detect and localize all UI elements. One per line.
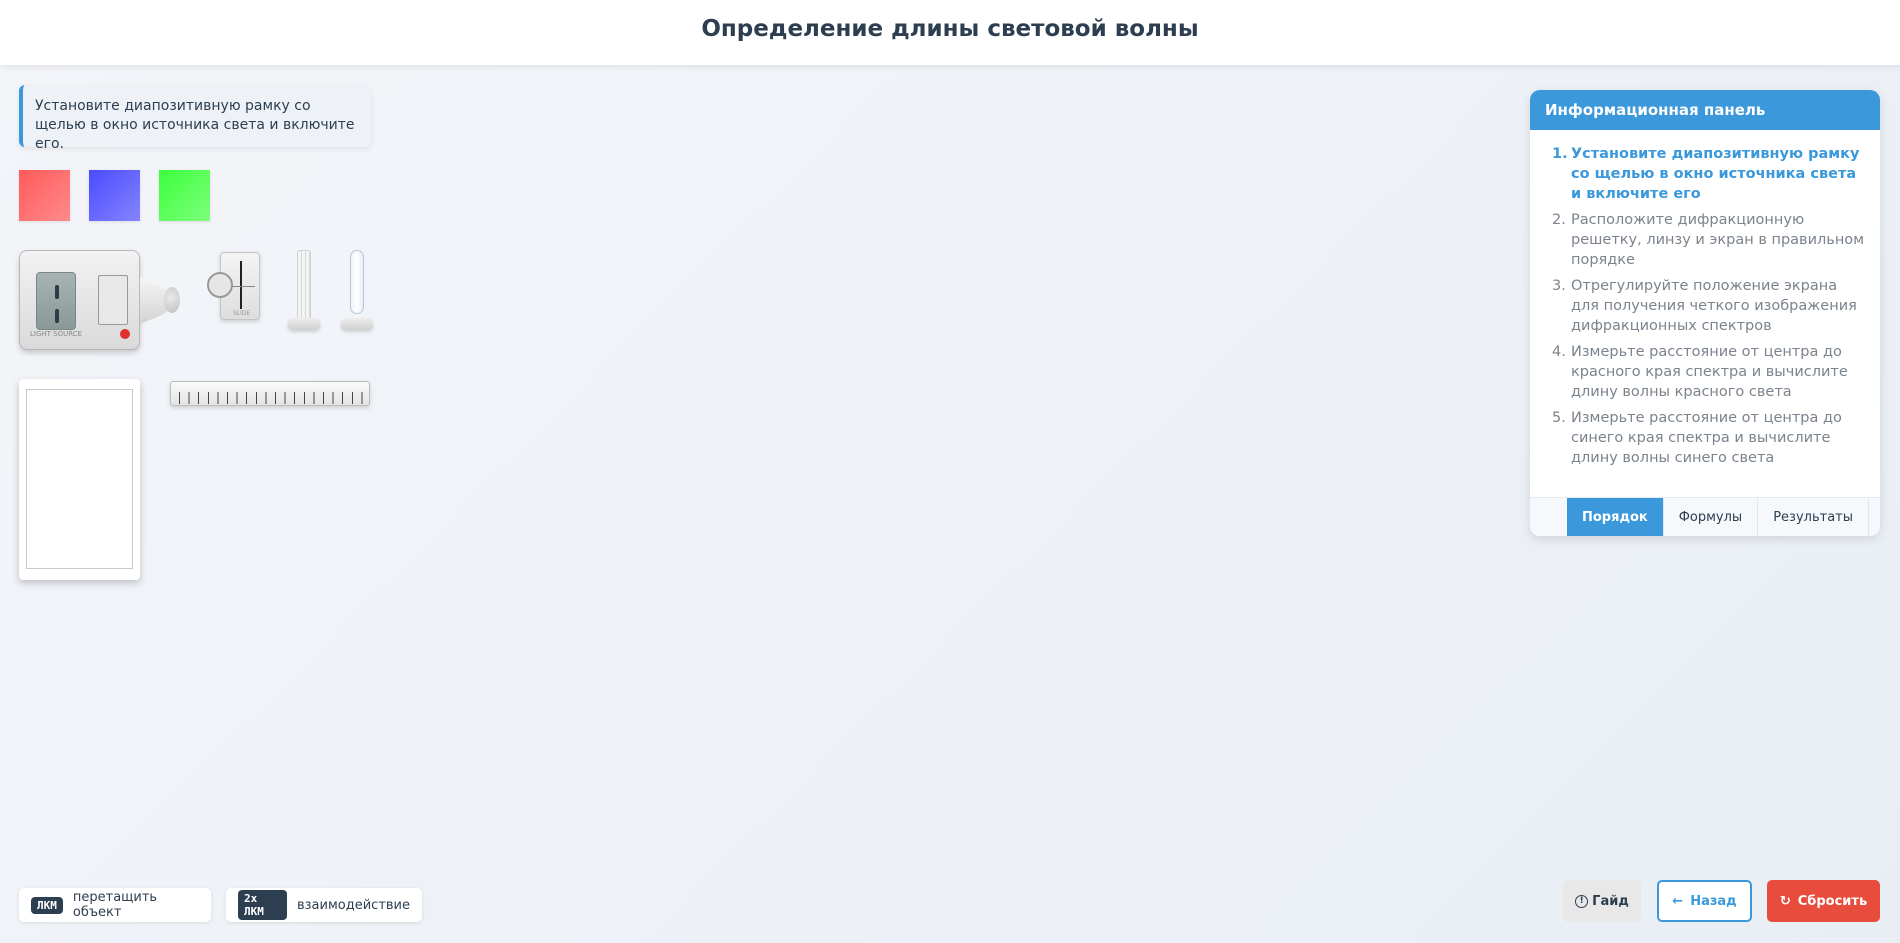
slit-line [240, 261, 242, 309]
light-source[interactable]: LIGHT SOURCE [19, 250, 140, 350]
app-header: Определение длины световой волны [0, 0, 1900, 65]
tab-formulas[interactable]: Формулы [1664, 498, 1759, 536]
guide-button-label: Гайд [1592, 893, 1629, 909]
reset-button-label: Сбросить [1797, 893, 1868, 909]
step-text: Отрегулируйте положение экрана для получ… [1571, 278, 1857, 334]
step-text: Измерьте расстояние от центра до синего … [1571, 410, 1842, 466]
guide-button[interactable]: ! Гайд [1563, 880, 1641, 922]
info-icon: ! [1575, 894, 1589, 908]
grating-plate [297, 250, 311, 320]
hint-text: взаимодействие [296, 897, 410, 913]
light-source-lamp [164, 287, 180, 313]
step-text: Установите диапозитивную рамку со щелью … [1571, 146, 1860, 202]
step-number: 3. [1552, 278, 1566, 294]
step-number: 4. [1552, 344, 1566, 360]
red-color-swatch[interactable] [19, 170, 70, 221]
tab-order[interactable]: Порядок [1567, 498, 1664, 536]
instruction-callout: Установите диапозитивную рамку со щелью … [19, 85, 371, 152]
steps-list: 1. Установите диапозитивную рамку со щел… [1530, 130, 1880, 498]
grating-stand [288, 318, 320, 330]
slide-label: SLIDE [233, 310, 251, 317]
mouse-key-badge: ЛКМ [31, 896, 63, 914]
power-indicator-icon [120, 329, 130, 339]
light-source-window[interactable] [98, 275, 128, 325]
ruler-ticks [179, 392, 363, 404]
lens[interactable] [341, 250, 373, 332]
step-number: 5. [1552, 410, 1566, 426]
lens-glass [350, 250, 364, 314]
light-source-slot [36, 272, 76, 330]
info-panel: Информационная панель 1. Установите диап… [1530, 90, 1880, 536]
back-button-label: Назад [1690, 893, 1737, 909]
page-title: Определение длины световой волны [701, 15, 1199, 42]
step-item: 5. Измерьте расстояние от центра до сине… [1552, 408, 1866, 468]
hint-interact: 2x ЛКМ взаимодействие [226, 888, 422, 922]
hint-text: перетащить объект [72, 890, 158, 920]
info-panel-title: Информационная панель [1530, 90, 1880, 130]
diffraction-grating[interactable] [288, 250, 320, 332]
reset-icon: ↻ [1779, 893, 1791, 909]
projection-screen[interactable] [19, 379, 140, 580]
light-source-label: LIGHT SOURCE [30, 330, 83, 338]
panel-tabs: Порядок Формулы Результаты [1530, 498, 1880, 536]
screen-surface [26, 389, 133, 569]
back-button[interactable]: ← Назад [1657, 880, 1752, 922]
step-number: 2. [1552, 212, 1566, 228]
slide-knob[interactable] [207, 272, 233, 298]
ruler[interactable] [170, 381, 370, 406]
reset-button[interactable]: ↻ Сбросить [1767, 880, 1880, 922]
step-item: 4. Измерьте расстояние от центра до крас… [1552, 342, 1866, 402]
hint-drag: ЛКМ перетащить объект [19, 888, 211, 922]
blue-color-swatch[interactable] [89, 170, 140, 221]
arrow-left-icon: ← [1672, 893, 1684, 909]
green-color-swatch[interactable] [159, 170, 210, 221]
step-text: Измерьте расстояние от центра до красног… [1571, 344, 1848, 400]
lens-stand [341, 318, 373, 330]
mouse-key-badge: 2x ЛКМ [238, 890, 287, 920]
step-text: Расположите дифракционную решетку, линзу… [1571, 212, 1865, 268]
step-item: 1. Установите диапозитивную рамку со щел… [1552, 144, 1866, 204]
step-number: 1. [1552, 146, 1568, 162]
step-item: 3. Отрегулируйте положение экрана для по… [1552, 276, 1866, 336]
tab-results[interactable]: Результаты [1758, 498, 1869, 536]
step-item: 2. Расположите дифракционную решетку, ли… [1552, 210, 1866, 270]
